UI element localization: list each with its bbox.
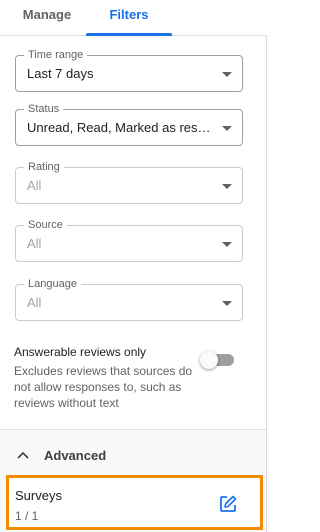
- status-value: Unread, Read, Marked as responded: [27, 120, 213, 135]
- advanced-toggle[interactable]: Advanced: [0, 440, 266, 470]
- dropdown-arrow-icon: [222, 126, 232, 131]
- time-range-label: Time range: [24, 48, 88, 62]
- language-label: Language: [24, 277, 81, 291]
- dropdown-arrow-icon: [222, 301, 232, 306]
- surveys-title: Surveys: [15, 488, 62, 503]
- advanced-label: Advanced: [44, 448, 107, 463]
- tab-filters-label: Filters: [109, 7, 149, 22]
- source-label: Source: [24, 218, 67, 232]
- scrollbar[interactable]: [266, 36, 267, 532]
- active-tab-indicator: [86, 33, 172, 36]
- rating-label: Rating: [24, 160, 64, 174]
- source-value: All: [27, 236, 42, 251]
- answerable-title: Answerable reviews only: [14, 345, 147, 359]
- tab-manage[interactable]: Manage: [14, 0, 80, 36]
- source-select[interactable]: Source All: [15, 218, 243, 262]
- toggle-thumb: [200, 351, 218, 369]
- dropdown-arrow-icon: [222, 184, 232, 189]
- status-select[interactable]: Status Unread, Read, Marked as responded: [15, 102, 243, 146]
- rating-value: All: [27, 178, 42, 193]
- time-range-select[interactable]: Time range Last 7 days: [15, 48, 243, 92]
- time-range-value: Last 7 days: [27, 66, 94, 81]
- status-label: Status: [24, 102, 64, 116]
- tab-filters[interactable]: Filters: [86, 0, 172, 36]
- rating-select[interactable]: Rating All: [15, 160, 243, 204]
- tab-bar: Manage Filters: [0, 0, 267, 36]
- language-select[interactable]: Language All: [15, 277, 243, 321]
- answerable-description: Excludes reviews that sources do not all…: [14, 364, 193, 410]
- edit-icon[interactable]: [218, 494, 238, 514]
- surveys-count: 1 / 1: [15, 509, 39, 523]
- dropdown-arrow-icon: [222, 242, 232, 247]
- language-value: All: [27, 295, 42, 310]
- dropdown-arrow-icon: [222, 72, 232, 77]
- chevron-up-icon: [17, 451, 29, 459]
- surveys-card[interactable]: Surveys 1 / 1: [6, 475, 263, 530]
- answerable-toggle[interactable]: [200, 350, 236, 370]
